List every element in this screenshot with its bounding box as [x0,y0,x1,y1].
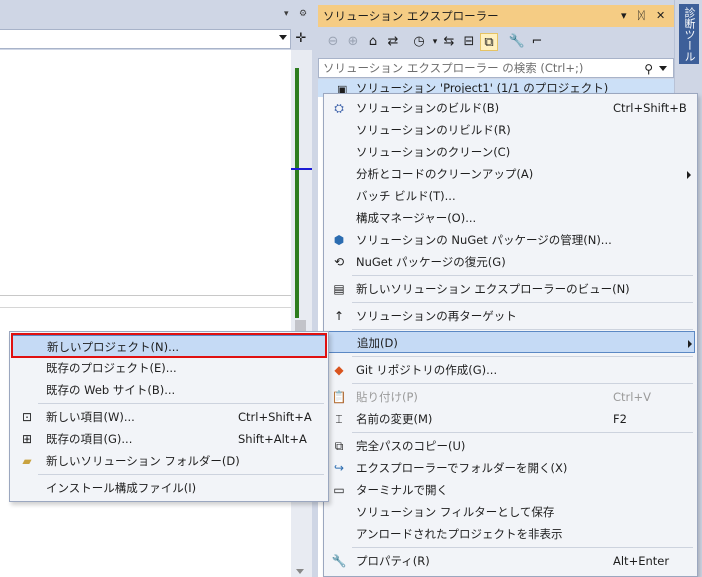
menu-separator [38,403,324,404]
menu-separator [352,275,693,276]
menu-item-install-config[interactable]: インストール構成ファイル(I) [12,477,326,499]
menu-item-analyze-cleanup[interactable]: 分析とコードのクリーンアップ(A) [326,163,695,185]
menu-item-existing-project[interactable]: 既存のプロジェクト(E)... [12,357,326,379]
submenu-arrow-icon [687,171,691,179]
menu-item-new-item[interactable]: ⊡ 新しい項目(W)... Ctrl+Shift+A [12,406,326,428]
menu-item-new-solution-folder[interactable]: ▰ 新しいソリューション フォルダー(D) [12,450,326,472]
chevron-down-icon[interactable] [659,66,667,71]
menu-item-create-git-repo[interactable]: ◆ Git リポジトリの作成(G)... [326,359,695,381]
menu-item-open-in-explorer[interactable]: ↪ エクスプローラーでフォルダーを開く(X) [326,457,695,479]
menu-item-rebuild-solution[interactable]: ソリューションのリビルド(R) [326,119,695,141]
panel-title: ソリューション エクスプローラー [323,9,499,23]
navigation-dropdown[interactable] [0,29,291,49]
menu-separator [352,383,693,384]
menu-item-existing-item[interactable]: ⊞ 既存の項目(G)... Shift+Alt+A [12,428,326,450]
build-icon: ⛭ [334,101,344,115]
switch-views-icon[interactable]: ⇄ [384,33,402,51]
caret-marker [291,168,312,170]
wrench-icon: 🔧 [331,554,347,568]
home-icon[interactable]: ⌂ [364,33,382,51]
menu-item-retarget[interactable]: ↑ ソリューションの再ターゲット [326,305,695,327]
window-position-icon[interactable]: ▾ [621,5,627,27]
editor-divider [0,295,291,296]
menu-item-save-solution-filter[interactable]: ソリューション フィルターとして保存 [326,501,695,523]
properties-icon[interactable]: 🔧 [508,33,526,51]
menu-item-add[interactable]: 追加(D) [326,331,695,353]
menu-separator [352,432,693,433]
menu-item-clean-solution[interactable]: ソリューションのクリーン(C) [326,141,695,163]
editor-tab-strip: ▾ ⚙ [0,0,312,29]
menu-item-new-explorer-view[interactable]: ▤ 新しいソリューション エクスプローラーのビュー(N) [326,278,695,300]
copy-icon: ⧉ [334,439,344,453]
retarget-icon: ↑ [333,309,345,323]
menu-item-copy-full-path[interactable]: ⧉ 完全パスのコピー(U) [326,435,695,457]
menu-separator [352,302,693,303]
split-window-icon[interactable]: ✛ [293,30,309,48]
tab-dropdown-icon[interactable]: ▾ [284,9,289,19]
nuget-icon: ⬢ [333,233,345,247]
diagnostic-tools-tab[interactable]: 診断ツール [679,4,699,64]
menu-item-build-solution[interactable]: ⛭ ソリューションのビルド(B) Ctrl+Shift+B [326,97,695,119]
solution-context-menu: ⛭ ソリューションのビルド(B) Ctrl+Shift+B ソリューションのリビ… [323,93,698,577]
pin-icon[interactable]: ᛞ [638,5,645,27]
collapse-all-icon[interactable]: ⊟ [460,33,478,51]
scroll-down-icon[interactable] [296,569,304,574]
git-icon: ◆ [334,363,344,377]
settings-icon[interactable]: ⚙ [299,9,307,19]
menu-separator [352,356,693,357]
open-folder-icon: ↪ [333,461,345,475]
search-icon[interactable]: ⚲ [644,60,653,78]
terminal-icon: ▭ [333,483,345,497]
chevron-down-icon [279,35,287,40]
menu-item-paste[interactable]: 📋 貼り付け(P) Ctrl+V [326,386,695,408]
menu-item-configuration-manager[interactable]: 構成マネージャー(O)... [326,207,695,229]
menu-item-restore-nuget[interactable]: ⟲ NuGet パッケージの復元(G) [326,251,695,273]
close-icon[interactable]: ✕ [656,5,665,27]
existing-item-icon: ⊞ [21,432,33,446]
solution-explorer-title-bar: ソリューション エクスプローラー ▾ ᛞ ✕ [318,5,674,27]
search-input[interactable]: ソリューション エクスプローラー の検索 (Ctrl+;) ⚲ [318,58,674,78]
menu-separator [38,474,324,475]
submenu-arrow-icon [688,340,692,348]
menu-item-manage-nuget[interactable]: ⬢ ソリューションの NuGet パッケージの管理(N)... [326,229,695,251]
back-icon[interactable]: ⊖ [324,33,342,51]
menu-separator [352,547,693,548]
rename-icon: ⌶ [335,412,343,426]
menu-item-existing-website[interactable]: 既存の Web サイト(B)... [12,379,326,401]
paste-icon: 📋 [331,390,347,404]
preview-icon[interactable]: ⌐ [528,33,546,51]
menu-item-batch-build[interactable]: バッチ ビルド(T)... [326,185,695,207]
forward-icon[interactable]: ⊕ [344,33,362,51]
menu-item-open-terminal[interactable]: ▭ ターミナルで開く [326,479,695,501]
new-folder-icon: ▰ [22,454,32,468]
change-tracking-bar [295,68,299,318]
menu-item-properties[interactable]: 🔧 プロパティ(R) Alt+Enter [326,550,695,572]
menu-item-hide-unloaded[interactable]: アンロードされたプロジェクトを非表示 [326,523,695,545]
restore-packages-icon: ⟲ [333,255,345,269]
search-placeholder: ソリューション エクスプローラー の検索 (Ctrl+;) [323,61,584,75]
menu-separator [352,329,693,330]
solution-explorer-toolbar: ⊖ ⊕ ⌂ ⇄ ◷ ▾ ⇆ ⊟ ⧉ 🔧 ⌐ [318,29,674,55]
highlight-annotation-box [11,333,327,358]
menu-item-rename[interactable]: ⌶ 名前の変更(M) F2 [326,408,695,430]
show-all-files-icon[interactable]: ⧉ [480,33,498,51]
editor-divider [0,307,291,308]
sync-icon[interactable]: ⇆ [440,33,458,51]
new-item-icon: ⊡ [21,410,33,424]
new-view-icon: ▤ [333,282,345,296]
